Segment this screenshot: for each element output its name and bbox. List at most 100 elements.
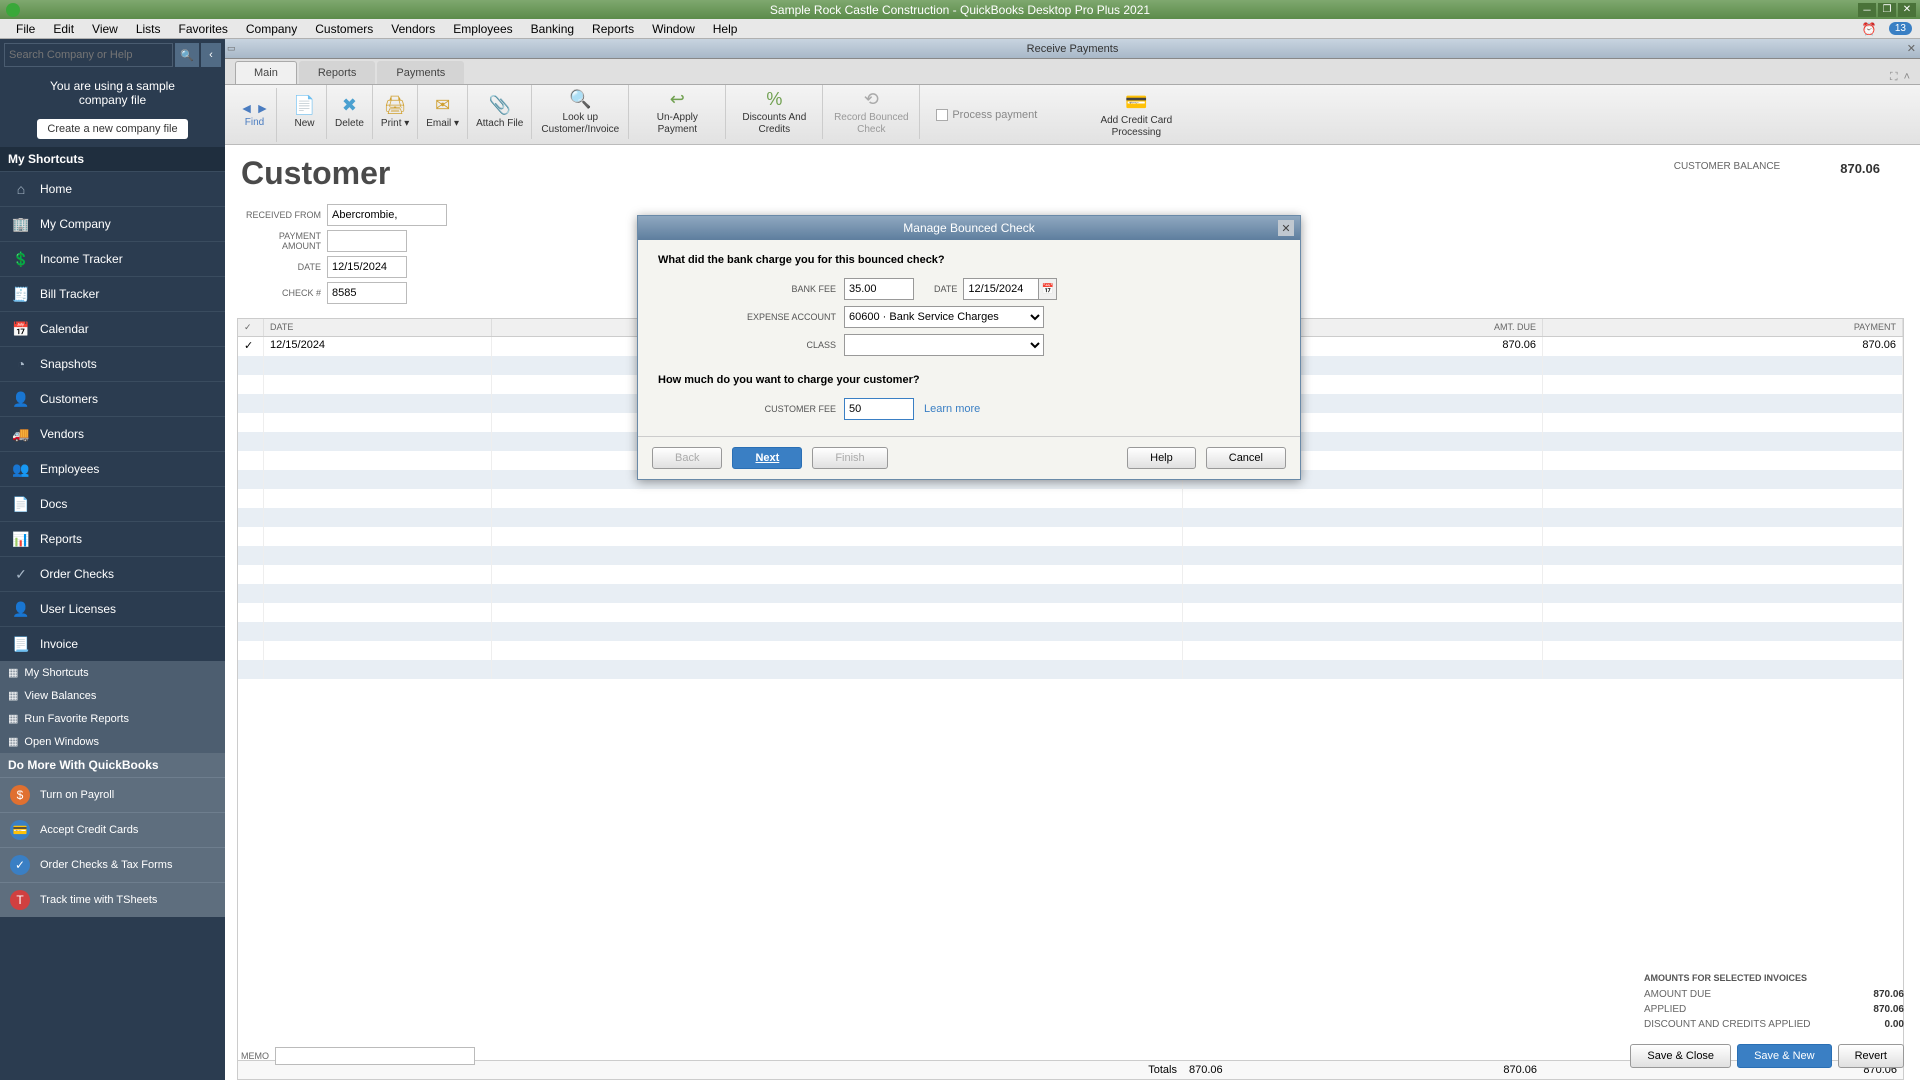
- dialog-close-button[interactable]: ✕: [1278, 220, 1294, 236]
- menu-view[interactable]: View: [84, 20, 126, 38]
- section-run-favorite-reports[interactable]: ▦Run Favorite Reports: [0, 707, 225, 730]
- menu-edit[interactable]: Edit: [45, 20, 82, 38]
- find-label[interactable]: Find: [245, 117, 264, 129]
- sidebar-item-employees[interactable]: 👥Employees: [0, 451, 225, 486]
- minimize-button[interactable]: －: [1858, 3, 1876, 17]
- table-row[interactable]: [238, 565, 1903, 584]
- date-input[interactable]: [327, 256, 407, 278]
- sidebar-item-bill-tracker[interactable]: 🧾Bill Tracker: [0, 276, 225, 311]
- menu-reports[interactable]: Reports: [584, 20, 642, 38]
- chevron-up-icon[interactable]: ˄: [1904, 71, 1910, 84]
- sidebar-item-calendar[interactable]: 📅Calendar: [0, 311, 225, 346]
- table-row[interactable]: [238, 660, 1903, 679]
- menu-company[interactable]: Company: [238, 20, 305, 38]
- add-cc-processing[interactable]: 💳 Add Credit Card Processing: [1083, 88, 1189, 142]
- sidebar-item-my-company[interactable]: 🏢My Company: [0, 206, 225, 241]
- check-input[interactable]: [327, 282, 407, 304]
- payment-amount-input[interactable]: [327, 230, 407, 252]
- table-row[interactable]: [238, 489, 1903, 508]
- toolbar-email[interactable]: ✉Email ▾: [418, 85, 468, 139]
- dialog-date-input[interactable]: [963, 278, 1039, 300]
- save-close-button[interactable]: Save & Close: [1630, 1044, 1731, 1068]
- dialog-titlebar[interactable]: Manage Bounced Check ✕: [638, 216, 1300, 240]
- menu-file[interactable]: File: [8, 20, 43, 38]
- finish-button[interactable]: Finish: [812, 447, 887, 469]
- received-from-input[interactable]: [327, 204, 447, 226]
- next-arrow[interactable]: ►: [256, 100, 270, 117]
- expand-icon[interactable]: ⛶: [1890, 71, 1898, 84]
- table-row[interactable]: [238, 603, 1903, 622]
- maximize-button[interactable]: ❐: [1878, 3, 1896, 17]
- section-my-shortcuts[interactable]: ▦My Shortcuts: [0, 661, 225, 684]
- section-view-balances[interactable]: ▦View Balances: [0, 684, 225, 707]
- toolbar-print[interactable]: 🖨Print ▾: [373, 85, 418, 139]
- table-row[interactable]: [238, 527, 1903, 546]
- table-row[interactable]: [238, 641, 1903, 660]
- menu-customers[interactable]: Customers: [307, 20, 381, 38]
- tab-reports[interactable]: Reports: [299, 61, 376, 84]
- sidebar-item-snapshots[interactable]: ◔Snapshots: [0, 346, 225, 381]
- sidebar-item-customers[interactable]: 👤Customers: [0, 381, 225, 416]
- sidebar-item-order-checks[interactable]: ✓Order Checks: [0, 556, 225, 591]
- menu-vendors[interactable]: Vendors: [383, 20, 443, 38]
- bank-fee-input[interactable]: [844, 278, 914, 300]
- toolbar-new[interactable]: 📄New: [283, 85, 327, 139]
- sidebar-item-income-tracker[interactable]: 💲Income Tracker: [0, 241, 225, 276]
- customer-fee-input[interactable]: [844, 398, 914, 420]
- back-button[interactable]: Back: [652, 447, 722, 469]
- toolbar-discounts-and-credits[interactable]: %Discounts And Credits: [726, 85, 823, 139]
- col-payment[interactable]: PAYMENT: [1543, 319, 1903, 336]
- table-row[interactable]: [238, 584, 1903, 603]
- tab-main[interactable]: Main: [235, 61, 297, 84]
- create-company-button[interactable]: Create a new company file: [37, 119, 187, 139]
- content-area: ▭ Receive Payments ✕ Main Reports Paymen…: [225, 39, 1920, 1080]
- cancel-button[interactable]: Cancel: [1206, 447, 1286, 469]
- section-open-windows[interactable]: ▦Open Windows: [0, 730, 225, 753]
- menu-help[interactable]: Help: [705, 20, 746, 38]
- notification-badge[interactable]: 13: [1889, 22, 1912, 35]
- reminders-icon[interactable]: ⏰: [1854, 20, 1885, 38]
- action-turn-on-payroll[interactable]: $Turn on Payroll: [0, 777, 225, 812]
- expense-account-select[interactable]: 60600 · Bank Service Charges: [844, 306, 1044, 328]
- menu-banking[interactable]: Banking: [523, 20, 582, 38]
- toolbar-un-apply-payment[interactable]: ↩Un-Apply Payment: [629, 85, 726, 139]
- memo-input[interactable]: [275, 1047, 475, 1065]
- prev-arrow[interactable]: ◄: [240, 100, 254, 117]
- sidebar-item-home[interactable]: ⌂Home: [0, 171, 225, 206]
- search-button[interactable]: 🔍: [175, 43, 199, 67]
- menu-favorites[interactable]: Favorites: [171, 20, 236, 38]
- subwin-sys-icon[interactable]: ▭: [227, 43, 236, 54]
- sidebar-item-vendors[interactable]: 🚚Vendors: [0, 416, 225, 451]
- help-button[interactable]: Help: [1127, 447, 1196, 469]
- close-button[interactable]: ✕: [1898, 3, 1916, 17]
- collapse-sidebar-button[interactable]: ‹: [201, 43, 221, 67]
- class-select[interactable]: [844, 334, 1044, 356]
- table-row[interactable]: [238, 546, 1903, 565]
- action-accept-credit-cards[interactable]: 💳Accept Credit Cards: [0, 812, 225, 847]
- table-row[interactable]: [238, 508, 1903, 527]
- action-order-checks-tax-forms[interactable]: ✓Order Checks & Tax Forms: [0, 847, 225, 882]
- calendar-icon[interactable]: 📅: [1039, 278, 1057, 300]
- search-input[interactable]: [4, 43, 173, 67]
- revert-button[interactable]: Revert: [1838, 1044, 1904, 1068]
- sidebar-item-reports[interactable]: 📊Reports: [0, 521, 225, 556]
- toolbar-look-up-customer-invoice[interactable]: 🔍Look up Customer/Invoice: [532, 85, 629, 139]
- tab-payments[interactable]: Payments: [377, 61, 464, 84]
- sidebar-item-invoice[interactable]: 📃Invoice: [0, 626, 225, 661]
- sidebar-item-docs[interactable]: 📄Docs: [0, 486, 225, 521]
- sidebar-item-user-licenses[interactable]: 👤User Licenses: [0, 591, 225, 626]
- toolbar-delete[interactable]: ✖Delete: [327, 85, 373, 139]
- learn-more-link[interactable]: Learn more: [924, 403, 980, 415]
- action-track-time-with-tsheets[interactable]: TTrack time with TSheets: [0, 882, 225, 917]
- toolbar-attach-file[interactable]: 📎Attach File: [468, 85, 532, 139]
- tabs: Main Reports Payments ⛶ ˄: [225, 59, 1920, 85]
- process-payment-checkbox[interactable]: [936, 109, 948, 121]
- col-date[interactable]: DATE: [264, 319, 492, 336]
- menu-window[interactable]: Window: [644, 20, 703, 38]
- table-row[interactable]: [238, 622, 1903, 641]
- next-button[interactable]: Next: [732, 447, 802, 469]
- menu-employees[interactable]: Employees: [445, 20, 520, 38]
- subwindow-close-button[interactable]: ✕: [1907, 42, 1916, 55]
- save-new-button[interactable]: Save & New: [1737, 1044, 1832, 1068]
- menu-lists[interactable]: Lists: [128, 20, 169, 38]
